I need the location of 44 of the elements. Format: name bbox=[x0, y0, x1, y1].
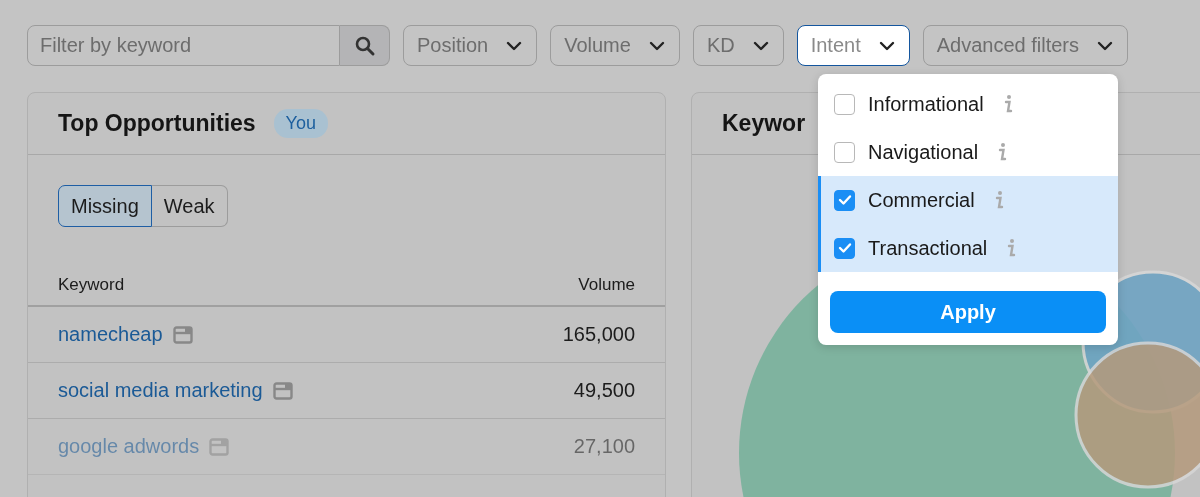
keyword-link[interactable]: namecheap bbox=[58, 323, 163, 346]
intent-option[interactable]: Informational bbox=[818, 80, 1118, 128]
keyword-link[interactable]: social media marketing bbox=[58, 379, 263, 402]
intent-option[interactable]: Navigational bbox=[818, 128, 1118, 176]
segment-tab[interactable]: Weak bbox=[151, 185, 228, 227]
chevron-down-icon bbox=[878, 40, 895, 51]
serp-feature-icon bbox=[209, 437, 230, 456]
filter-dropdown[interactable]: Intent bbox=[796, 25, 910, 66]
search-field[interactable]: Filter by keyword bbox=[27, 25, 340, 66]
chevron-down-icon bbox=[648, 40, 665, 51]
chevron-down-icon bbox=[752, 40, 769, 51]
checkmark-icon bbox=[837, 242, 852, 254]
intent-option[interactable]: Commercial bbox=[818, 176, 1118, 224]
volume-cell: 27,100 bbox=[573, 435, 635, 458]
column-header: Keyword bbox=[58, 275, 125, 295]
card-title: Keywor bbox=[722, 110, 806, 137]
info-icon bbox=[1006, 238, 1017, 258]
checkbox[interactable] bbox=[834, 93, 855, 115]
volume-cell: 165,000 bbox=[562, 323, 635, 346]
apply-button[interactable]: Apply bbox=[830, 291, 1106, 333]
filter-dropdown[interactable]: Position bbox=[403, 25, 538, 66]
search-button[interactable] bbox=[340, 25, 390, 66]
filter-dropdown[interactable]: Volume bbox=[550, 25, 680, 66]
intent-option[interactable]: Transactional bbox=[818, 224, 1118, 272]
info-icon bbox=[993, 190, 1004, 210]
volume-cell: 49,500 bbox=[573, 379, 635, 402]
filter-dropdown[interactable]: KD bbox=[692, 25, 784, 66]
search-icon bbox=[353, 34, 376, 57]
checkmark-icon bbox=[837, 194, 852, 206]
filter-dropdown[interactable]: Advanced filters bbox=[922, 25, 1128, 66]
checkbox[interactable] bbox=[834, 141, 855, 163]
segment-tab[interactable]: Missing bbox=[58, 185, 152, 227]
you-badge: You bbox=[273, 109, 328, 138]
checkbox[interactable] bbox=[834, 189, 855, 211]
info-icon bbox=[1002, 94, 1013, 114]
checkbox[interactable] bbox=[834, 237, 855, 259]
info-icon bbox=[997, 142, 1008, 162]
serp-feature-icon bbox=[172, 325, 193, 344]
chevron-down-icon bbox=[1097, 40, 1113, 51]
serp-feature-icon bbox=[272, 381, 293, 400]
card-title: Top Opportunities bbox=[58, 110, 256, 137]
column-header: Volume bbox=[578, 275, 635, 295]
chevron-down-icon bbox=[506, 40, 523, 51]
keyword-link[interactable]: google adwords bbox=[58, 435, 200, 458]
